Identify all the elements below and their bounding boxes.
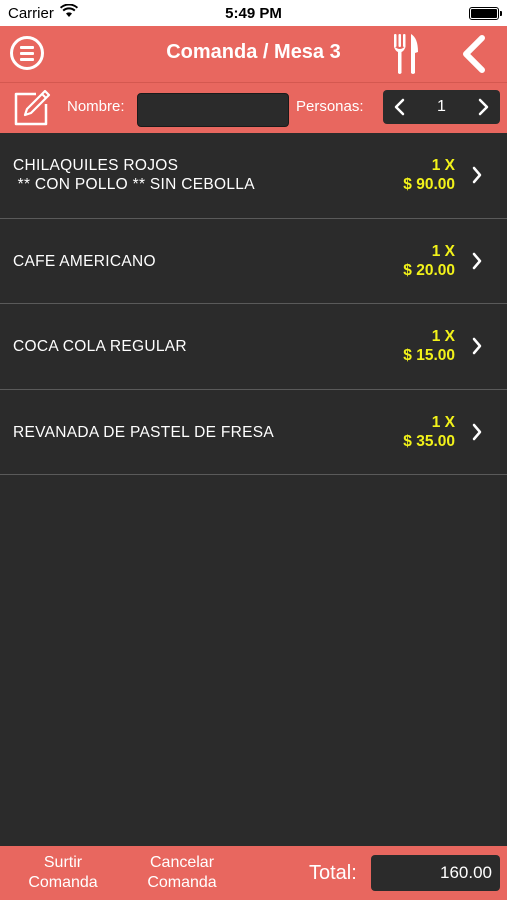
name-input[interactable]	[137, 93, 289, 127]
order-info-bar: Nombre: Personas: 1	[0, 82, 507, 133]
item-quantity: 1 X	[431, 413, 455, 431]
list-item[interactable]: CHILAQUILES ROJOS ** CON POLLO ** SIN CE…	[0, 133, 507, 219]
order-items-list: CHILAQUILES ROJOS ** CON POLLO ** SIN CE…	[0, 133, 507, 475]
item-price: $ 15.00	[403, 347, 455, 364]
item-name: CHILAQUILES ROJOS	[13, 157, 179, 174]
list-item[interactable]: COCA COLA REGULAR 1 X $ 15.00	[0, 304, 507, 390]
chevron-right-icon	[472, 337, 482, 355]
item-quantity: 1 X	[431, 242, 455, 260]
footer-bar: Surtir Comanda Cancelar Comanda Total: 1…	[0, 846, 507, 900]
people-label: Personas:	[296, 98, 364, 115]
total-label: Total:	[309, 862, 357, 884]
total-value: 160.00	[371, 855, 500, 891]
item-notes: ** CON POLLO ** SIN CEBOLLA	[13, 176, 255, 193]
edit-icon[interactable]	[12, 88, 52, 128]
list-item[interactable]: REVANADA DE PASTEL DE FRESA 1 X $ 35.00	[0, 390, 507, 475]
nav-bar: Comanda / Mesa 3	[0, 26, 507, 82]
list-item[interactable]: CAFE AMERICANO 1 X $ 20.00	[0, 219, 507, 304]
item-quantity: 1 X	[431, 157, 455, 174]
item-quantity: 1 X	[431, 328, 455, 345]
surtir-label-line1: Surtir	[43, 854, 83, 871]
people-stepper: 1	[383, 90, 500, 124]
back-icon[interactable]	[459, 34, 489, 74]
item-price: $ 35.00	[403, 432, 455, 450]
chevron-right-icon[interactable]	[468, 90, 498, 124]
item-name: CAFE AMERICANO	[13, 252, 156, 270]
surtir-comanda-button[interactable]: Surtir Comanda	[18, 853, 108, 893]
item-name: COCA COLA REGULAR	[13, 338, 187, 355]
clock: 5:49 PM	[225, 5, 282, 22]
item-price: $ 20.00	[403, 261, 455, 279]
cancelar-label-line1: Cancelar	[149, 854, 215, 871]
cancelar-label-line2: Comanda	[147, 874, 217, 891]
status-bar: Carrier 5:49 PM	[0, 0, 507, 26]
battery-icon	[469, 7, 502, 20]
chevron-right-icon	[472, 423, 482, 440]
chevron-right-icon	[472, 166, 482, 184]
item-price: $ 90.00	[403, 176, 455, 193]
item-name: REVANADA DE PASTEL DE FRESA	[13, 423, 275, 441]
cutlery-icon[interactable]	[390, 32, 422, 76]
people-count: 1	[437, 98, 446, 115]
chevron-left-icon[interactable]	[385, 90, 415, 124]
name-label: Nombre:	[67, 98, 125, 115]
surtir-label-line2: Comanda	[28, 874, 98, 891]
chevron-right-icon	[472, 252, 482, 269]
cancelar-comanda-button[interactable]: Cancelar Comanda	[136, 853, 228, 893]
page-title: Comanda / Mesa 3	[166, 41, 341, 63]
